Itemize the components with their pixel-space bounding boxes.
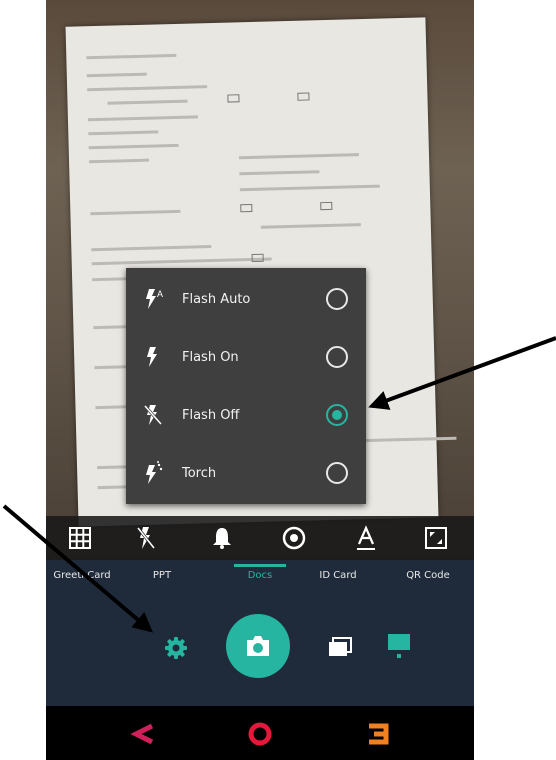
camera-toolbar [46, 516, 474, 560]
text-icon[interactable] [352, 524, 380, 552]
flash-on-label: Flash On [182, 349, 239, 365]
grid-icon[interactable] [66, 524, 94, 552]
record-icon[interactable] [280, 524, 308, 552]
mode-greeting-card[interactable]: Greeti Card [50, 570, 114, 581]
recents-icon[interactable] [364, 720, 392, 748]
flash-on-radio[interactable] [326, 346, 348, 368]
mode-id-card[interactable]: ID Card [306, 570, 370, 581]
torch-radio[interactable] [326, 462, 348, 484]
active-mode-indicator [234, 564, 286, 567]
svg-text:A: A [157, 289, 163, 299]
torch-label: Torch [182, 465, 217, 481]
shutter-button[interactable] [226, 614, 290, 678]
flash-off-radio[interactable] [326, 404, 348, 426]
flash-auto-radio[interactable] [326, 288, 348, 310]
mode-qr-code[interactable]: QR Code [396, 570, 460, 581]
settings-icon[interactable] [164, 636, 188, 660]
camera-viewfinder[interactable]: A Flash Auto Flash On Flash Off Torch [46, 0, 474, 560]
display-icon[interactable] [386, 632, 412, 662]
mode-docs[interactable]: Docs [228, 570, 292, 581]
system-navigation-bar [46, 706, 474, 760]
flash-auto-label: Flash Auto [182, 291, 251, 307]
flash-option-auto[interactable]: A Flash Auto [126, 270, 366, 328]
home-icon[interactable] [246, 720, 274, 748]
capture-controls [46, 594, 474, 706]
bell-icon[interactable] [208, 524, 236, 552]
flash-on-icon [147, 347, 157, 367]
torch-icon [146, 461, 163, 484]
flash-option-on[interactable]: Flash On [126, 328, 366, 386]
back-icon[interactable] [130, 720, 158, 748]
flash-off-icon[interactable] [132, 524, 160, 552]
crop-icon[interactable] [422, 524, 450, 552]
phone-screen: A Flash Auto Flash On Flash Off Torch Gr… [46, 0, 474, 760]
flash-option-torch[interactable]: Torch [126, 444, 366, 502]
flash-auto-icon: A [146, 289, 163, 309]
flash-option-off[interactable]: Flash Off [126, 386, 366, 444]
camera-shutter-icon [247, 636, 269, 656]
flash-off-icon [143, 405, 163, 425]
mode-ppt[interactable]: PPT [130, 570, 194, 581]
flash-mode-menu: A Flash Auto Flash On Flash Off Torch [126, 268, 366, 504]
flash-off-label: Flash Off [182, 407, 240, 423]
gallery-icon[interactable] [326, 634, 354, 660]
